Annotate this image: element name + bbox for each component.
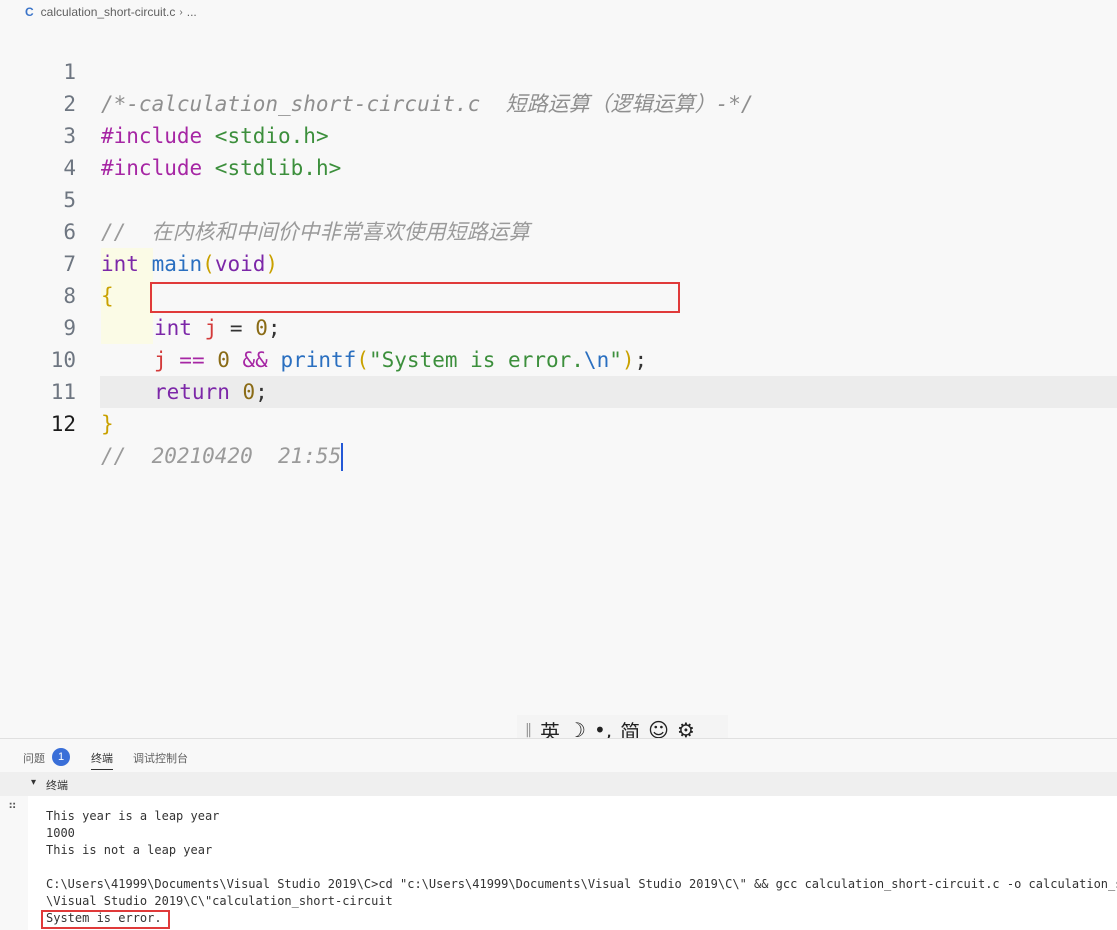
terminal-line: 1000 xyxy=(46,826,75,840)
panel-tab-bar: 问题 1 终端 调试控制台 xyxy=(0,738,1117,773)
code-comment: // 20210420 21:55 xyxy=(101,444,342,468)
terminal-line: This year is a leap year xyxy=(46,809,220,823)
code-line[interactable]: 11 } xyxy=(0,344,1117,436)
terminal-line: This is not a leap year xyxy=(46,843,213,857)
terminal-output[interactable]: This year is a leap year 1000 This is no… xyxy=(28,796,1117,930)
breadcrumb-file[interactable]: calculation_short-circuit.c xyxy=(41,5,176,19)
drag-handle-icon[interactable]: ‖ xyxy=(525,722,532,738)
code-line[interactable]: 6 int main(void) xyxy=(0,184,1117,276)
terminal-section-header[interactable]: ▾ 终端 xyxy=(0,772,1117,796)
code-line[interactable]: 2 #include <stdio.h> xyxy=(0,56,1117,148)
highlight-annotation xyxy=(150,282,680,313)
terminal-line: C:\Users\41999\Documents\Visual Studio 2… xyxy=(46,877,1117,891)
code-line[interactable]: 4 xyxy=(0,120,1117,180)
line-number: 12 xyxy=(50,412,76,436)
brace: } xyxy=(101,412,114,436)
tab-terminal[interactable]: 终端 xyxy=(91,750,113,770)
tab-problems[interactable]: 问题 xyxy=(23,750,45,766)
c-file-icon: C xyxy=(25,5,34,19)
terminal-line: \Visual Studio 2019\C\"calculation_short… xyxy=(46,894,393,908)
breadcrumb: C calculation_short-circuit.c › ... xyxy=(0,0,1117,24)
chevron-right-icon: › xyxy=(179,6,183,18)
code-line[interactable]: 1 /*-calculation_short-circuit.c 短路运算（逻辑… xyxy=(0,24,1117,116)
tree-icon[interactable]: ⠶ xyxy=(8,798,17,812)
code-editor[interactable]: 1 /*-calculation_short-circuit.c 短路运算（逻辑… xyxy=(0,24,1117,738)
output-highlight-annotation xyxy=(41,910,170,929)
code-line[interactable]: 7 { xyxy=(0,216,1117,308)
chevron-down-icon[interactable]: ▾ xyxy=(31,777,36,788)
problems-count-badge: 1 xyxy=(52,748,70,766)
code-line[interactable]: 5 // 在内核和中间价中非常喜欢使用短路运算 xyxy=(0,152,1117,244)
code-line[interactable]: 3 #include <stdlib.h> xyxy=(0,88,1117,180)
breadcrumb-more[interactable]: ... xyxy=(187,5,197,19)
text-cursor xyxy=(341,443,344,471)
code-line[interactable]: 8 int j = 0; xyxy=(0,248,1117,340)
terminal-section-title: 终端 xyxy=(46,780,68,792)
tab-debug-console[interactable]: 调试控制台 xyxy=(133,750,188,766)
code-line[interactable]: 12 // 20210420 21:55 xyxy=(0,376,1117,471)
code-line[interactable]: 10 return 0; xyxy=(0,312,1117,404)
